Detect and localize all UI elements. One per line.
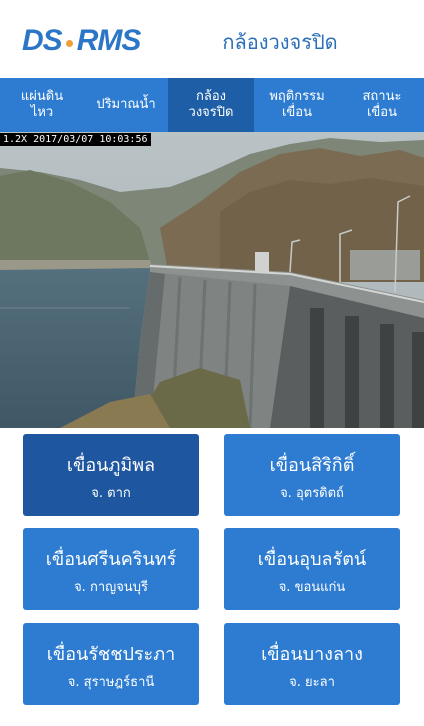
dam-button-bang-lang[interactable]: เขื่อนบางลาง จ. ยะลา — [224, 623, 400, 705]
app-logo: DS RMS — [22, 24, 142, 58]
dam-province: จ. อุตรดิตถ์ — [280, 486, 344, 501]
tab-water-volume[interactable]: ปริมาณน้ำ — [84, 78, 168, 132]
tab-dam-status[interactable]: สถานะ เขื่อน — [340, 78, 424, 132]
dam-name: เขื่อนอุบลรัตน์ — [257, 549, 367, 570]
camera-feed[interactable] — [0, 132, 424, 428]
dam-province: จ. สุราษฎร์ธานี — [67, 675, 155, 690]
dam-button-ubolratana[interactable]: เขื่อนอุบลรัตน์ จ. ขอนแก่น — [224, 528, 400, 610]
dam-province: จ. ยะลา — [289, 675, 335, 690]
tab-dam-behavior[interactable]: พฤติกรรม เขื่อน — [254, 78, 340, 132]
dam-name: เขื่อนศรีนครินทร์ — [45, 549, 177, 570]
dam-province: จ. กาญจนบุรี — [74, 580, 148, 595]
dam-button-ratchaprapha[interactable]: เขื่อนรัชชประภา จ. สุราษฎร์ธานี — [23, 623, 199, 705]
tab-earthquake[interactable]: แผ่นดิน ไหว — [0, 78, 84, 132]
dam-button-srinagarind[interactable]: เขื่อนศรีนครินทร์ จ. กาญจนบุรี — [23, 528, 199, 610]
camera-timestamp: 1.2X 2017/03/07 10:03:56 — [0, 133, 151, 146]
dam-province: จ. ขอนแก่น — [278, 580, 346, 595]
dam-name: เขื่อนรัชชประภา — [46, 644, 176, 665]
logo-text-left: DS — [22, 24, 63, 57]
dam-name: เขื่อนบางลาง — [261, 644, 363, 665]
logo-dot — [65, 39, 73, 47]
tab-bar: แผ่นดิน ไหว ปริมาณน้ำ กล้อง วงจรปิด พฤติ… — [0, 78, 424, 132]
dam-list: เขื่อนภูมิพล จ. ตาก เขื่อนสิริกิติ์ จ. อ… — [0, 428, 424, 726]
dam-province: จ. ตาก — [91, 486, 131, 501]
tab-cctv[interactable]: กล้อง วงจรปิด — [168, 78, 254, 132]
dam-name: เขื่อนสิริกิติ์ — [269, 455, 355, 476]
camera-image — [0, 132, 424, 428]
dam-button-sirikit[interactable]: เขื่อนสิริกิติ์ จ. อุตรดิตถ์ — [224, 434, 400, 516]
dam-button-bhumibol[interactable]: เขื่อนภูมิพล จ. ตาก — [23, 434, 199, 516]
app-header: DS RMS กล้องวงจรปิด — [0, 0, 424, 78]
dam-name: เขื่อนภูมิพล — [66, 455, 156, 476]
logo-text-right: RMS — [76, 24, 142, 57]
page-title: กล้องวงจรปิด — [222, 30, 338, 54]
